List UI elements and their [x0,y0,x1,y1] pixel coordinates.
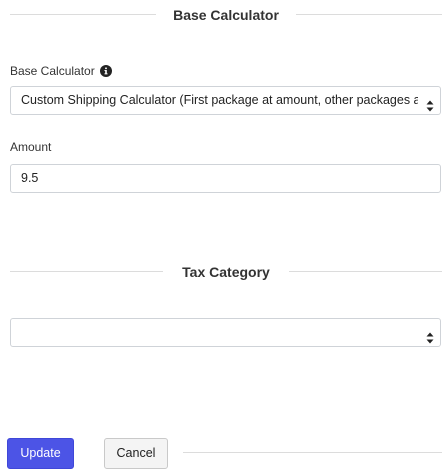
section-divider-right [289,271,442,272]
shipping-calculator-form: Base Calculator Base Calculator Custom S… [0,0,447,476]
base-calculator-select[interactable]: Custom Shipping Calculator (First packag… [10,86,441,115]
base-calculator-selected-value: Custom Shipping Calculator (First packag… [21,93,418,107]
tax-category-section-header: Tax Category [10,262,442,282]
amount-value: 9.5 [21,171,39,185]
amount-input[interactable]: 9.5 [10,164,441,193]
tax-category-select[interactable] [10,318,441,347]
select-arrows-icon [426,95,434,112]
base-calculator-section-header: Base Calculator [10,5,442,25]
cancel-button[interactable]: Cancel [104,438,168,469]
section-title: Base Calculator [173,7,279,23]
amount-label: Amount [10,140,52,154]
base-calculator-label: Base Calculator [10,63,112,79]
select-arrows-icon [426,327,434,344]
base-calculator-label-text: Base Calculator [10,64,95,78]
info-circle-icon[interactable] [99,65,112,77]
section-title: Tax Category [182,264,270,280]
footer-divider [183,452,442,453]
section-divider-right [296,14,442,15]
update-button[interactable]: Update [7,438,74,469]
